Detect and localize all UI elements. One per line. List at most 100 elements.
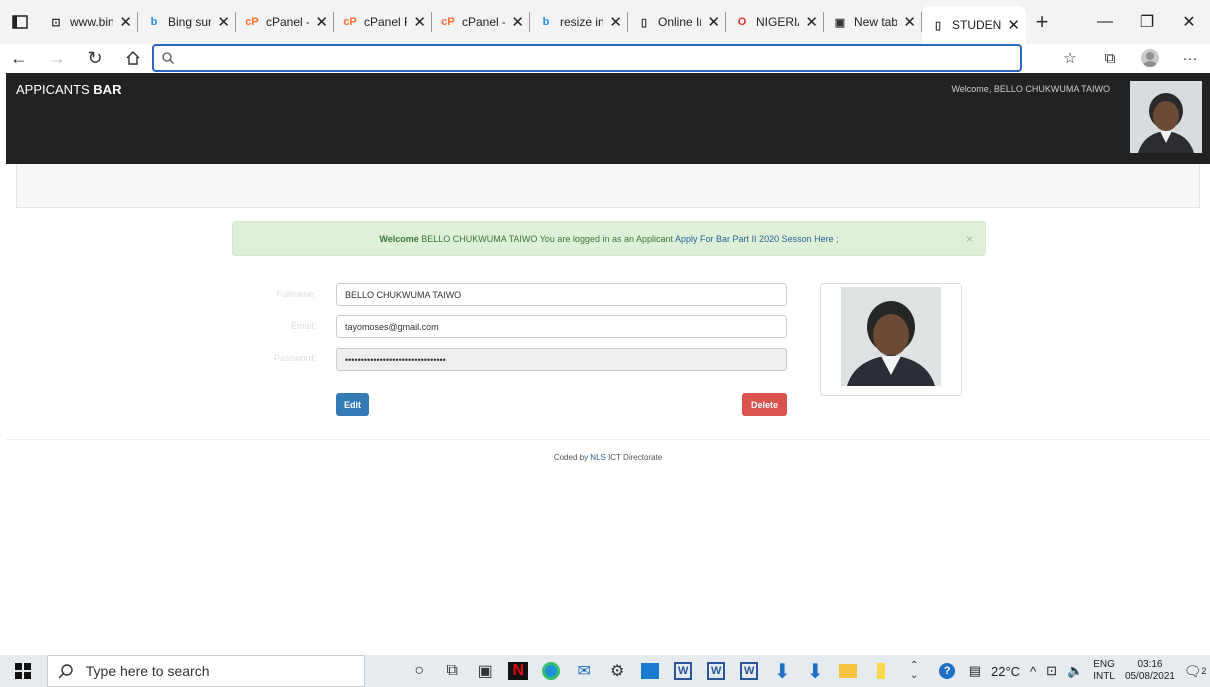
email-label: Email: — [290, 321, 316, 331]
volume-icon[interactable]: 🔈 — [1067, 663, 1083, 679]
page-icon: ▯ — [934, 19, 942, 32]
clock[interactable]: 03:16 05/08/2021 — [1125, 659, 1175, 683]
photos-icon[interactable] — [634, 655, 667, 687]
favorites-icon[interactable]: ☆ — [1050, 44, 1090, 72]
tab-close-icon[interactable]: ✕ — [707, 13, 720, 31]
tab-close-icon[interactable]: ✕ — [119, 13, 132, 31]
browser-tab[interactable]: b resize in ✕ — [530, 0, 628, 44]
browser-toolbar: ← → ↻ ☆ ⧉ ··· — [0, 44, 1210, 72]
tab-title: www.bin — [70, 15, 114, 29]
password-label: Password: — [273, 353, 316, 363]
tab-title: NIGERIA — [756, 15, 799, 29]
browser-tab[interactable]: ⊡ www.bin ✕ — [40, 0, 138, 44]
alert-message: BELLO CHUKWUMA TAIWO You are logged in a… — [418, 233, 676, 244]
taskbar-search[interactable]: Type here to search — [46, 655, 365, 687]
tab-close-icon[interactable]: ✕ — [609, 13, 622, 31]
tab-close-icon[interactable]: ✕ — [805, 13, 818, 31]
close-window-icon[interactable]: ✕ — [1168, 0, 1210, 44]
cpanel-icon: cP — [245, 16, 259, 28]
sub-nav-bar — [16, 164, 1200, 208]
taskbar-search-placeholder: Type here to search — [85, 663, 210, 679]
help-icon[interactable]: ? — [931, 655, 964, 687]
tab-close-icon[interactable]: ✕ — [315, 13, 328, 31]
notification-icon[interactable]: 🗨 2 — [1180, 655, 1210, 687]
edit-button[interactable]: Edit — [336, 393, 369, 416]
browser-tab[interactable]: b Bing sur ✕ — [138, 0, 236, 44]
nls-link[interactable]: NLS — [590, 453, 606, 462]
browser-tab[interactable]: O NIGERIA ✕ — [726, 0, 824, 44]
fullname-field[interactable]: BELLO CHUKWUMA TAIWO — [336, 283, 787, 306]
browser-tab[interactable]: ▯ Online Ir ✕ — [628, 0, 726, 44]
tab-close-icon[interactable]: ✕ — [413, 13, 426, 31]
fullname-label: Fullname: — [276, 289, 316, 299]
edge-icon[interactable] — [535, 655, 568, 687]
task-view-icon[interactable]: ⧉ — [436, 655, 469, 687]
minimize-icon[interactable]: — — [1084, 0, 1126, 44]
browser-tab[interactable]: ▣ New tab ✕ — [824, 0, 922, 44]
tab-actions-icon[interactable] — [0, 0, 40, 44]
page-icon: ▯ — [640, 16, 648, 29]
refresh-icon[interactable]: ↻ — [76, 44, 114, 72]
tab-title: cPanel - — [462, 15, 506, 29]
network-icon[interactable]: ⊡ — [1046, 663, 1057, 679]
back-icon[interactable]: ← — [0, 44, 38, 72]
browser-tab[interactable]: cP cPanel - ✕ — [236, 0, 334, 44]
tab-close-icon[interactable]: ✕ — [903, 13, 916, 31]
new-tab-button[interactable]: + — [1026, 0, 1058, 44]
netflix-icon[interactable]: N — [502, 655, 535, 687]
tab-close-icon[interactable]: ✕ — [1007, 16, 1020, 34]
apply-bar-link[interactable]: Apply For Bar Part II 2020 Sesson Here — [675, 234, 834, 244]
forward-icon[interactable]: → — [38, 44, 76, 72]
lock-page-icon: ⊡ — [51, 16, 61, 29]
browser-tab[interactable]: cP cPanel - ✕ — [432, 0, 530, 44]
tab-title: Online Ir — [658, 15, 702, 29]
home-icon[interactable] — [114, 44, 152, 72]
download-icon[interactable]: ⬇ — [766, 655, 799, 687]
email-field[interactable]: tayomoses@gmail.com — [336, 315, 787, 338]
settings-gear-icon[interactable]: ⚙ — [601, 655, 634, 687]
word-icon[interactable]: W — [667, 655, 700, 687]
delete-button[interactable]: Delete — [742, 393, 787, 416]
tab-close-icon[interactable]: ✕ — [511, 13, 524, 31]
store-icon[interactable]: ▣ — [469, 655, 502, 687]
bing-icon: b — [542, 16, 550, 28]
language-indicator[interactable]: ENG INTL — [1093, 659, 1115, 683]
address-bar[interactable] — [152, 44, 1022, 72]
profile-icon[interactable] — [1130, 44, 1170, 72]
search-icon — [162, 52, 174, 64]
mail-icon[interactable]: ✉ — [568, 655, 601, 687]
collections-icon[interactable]: ⧉ — [1090, 44, 1130, 72]
windows-start-icon[interactable] — [0, 655, 47, 687]
restore-icon[interactable]: ❐ — [1126, 0, 1168, 44]
tab-title: cPanel - — [266, 15, 310, 29]
footer-credit: Coded by NLS ICT Directorate — [553, 453, 663, 462]
password-field[interactable]: •••••••••••••••••••••••••••••••• — [336, 348, 787, 371]
welcome-text: Welcome, BELLO CHUKWUMA TAIWO — [951, 84, 1110, 94]
word-icon[interactable]: W — [700, 655, 733, 687]
browser-tab[interactable]: cP cPanel F ✕ — [334, 0, 432, 44]
address-input[interactable] — [180, 48, 1020, 68]
sticky-notes-icon[interactable] — [865, 655, 898, 687]
weather-icon[interactable]: ▤ — [969, 663, 981, 679]
windows-taskbar: Type here to search ○ ⧉ ▣ N ✉ ⚙ W W W ⬇ … — [0, 655, 1210, 687]
avatar — [1130, 81, 1202, 153]
browser-tab[interactable]: ▯ STUDEN ✕ — [922, 6, 1026, 44]
cpanel-icon: cP — [441, 16, 455, 28]
download-icon[interactable]: ⬇ — [799, 655, 832, 687]
word-icon[interactable]: W — [733, 655, 766, 687]
more-options-icon[interactable]: ··· — [1170, 44, 1210, 72]
passport-photo — [841, 287, 941, 386]
search-icon — [58, 664, 73, 679]
show-hidden-icons-icon[interactable]: ^ — [1030, 664, 1036, 679]
alert-close-icon[interactable]: × — [966, 232, 973, 246]
bing-icon: b — [150, 16, 158, 28]
site-brand[interactable]: APPICANTS BAR — [16, 82, 121, 97]
passport-photo-frame — [820, 283, 962, 396]
file-explorer-icon[interactable] — [832, 655, 865, 687]
tab-close-icon[interactable]: ✕ — [217, 13, 230, 31]
weather-temp[interactable]: 22°C — [991, 664, 1020, 679]
cortana-icon[interactable]: ○ — [403, 655, 436, 687]
tab-title: STUDEN — [952, 18, 1002, 32]
scroll-arrows-icon[interactable]: ⌃ ⌄ — [898, 655, 931, 687]
opera-icon: O — [737, 16, 747, 28]
